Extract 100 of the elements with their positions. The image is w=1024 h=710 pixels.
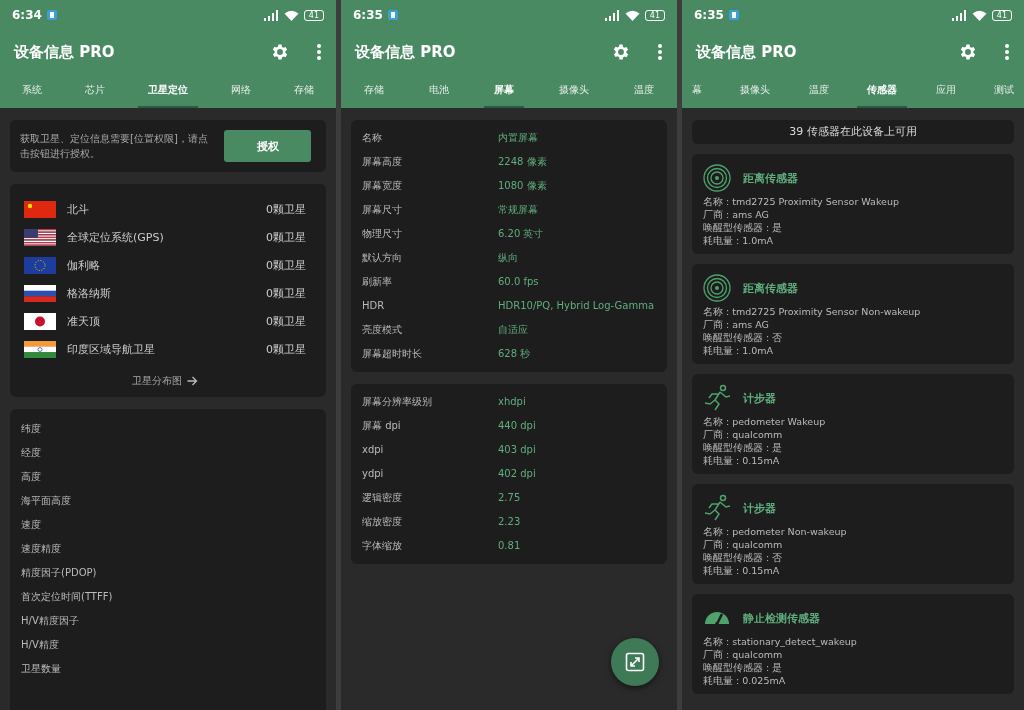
field-label: 海平面高度 xyxy=(21,494,72,508)
signal-icon xyxy=(603,9,620,21)
sensor-detail: 厂商 : qualcomm xyxy=(703,648,784,661)
battery-icon: 41 xyxy=(991,9,1012,21)
satellite-count: 0颗卫星 xyxy=(266,229,306,245)
sensor-detail: 厂商 : ams AG xyxy=(703,208,770,221)
tab[interactable]: 应用 xyxy=(925,74,966,108)
constellation-name: 北斗 xyxy=(67,201,89,217)
sensor-detail: 耗电量 : 0.15mA xyxy=(703,564,781,577)
tab[interactable]: 温度 xyxy=(624,74,665,108)
tab[interactable]: 电池 xyxy=(418,74,459,108)
tab[interactable]: 传感器 xyxy=(857,74,908,108)
battery-icon: 41 xyxy=(303,9,324,21)
tab[interactable]: 幕 xyxy=(682,74,712,108)
property-value: 纵向 xyxy=(498,251,519,265)
sensor-detail: 名称 : pedometer Non-wakeup xyxy=(703,525,848,538)
sensor-detail: 厂商 : ams AG xyxy=(703,318,770,331)
property-label: 屏幕 dpi xyxy=(362,419,402,433)
flag-icon xyxy=(24,340,56,358)
sensor-detail: 名称 : tmd2725 Proximity Sensor Wakeup xyxy=(703,195,900,208)
wifi-icon xyxy=(971,9,987,21)
constellation-name: 准天顶 xyxy=(67,313,100,329)
more-icon[interactable] xyxy=(657,43,663,61)
sensor-detail: 耗电量 : 0.025mA xyxy=(703,674,787,687)
field-label: 速度精度 xyxy=(21,542,62,556)
flag-icon xyxy=(24,284,56,302)
property-label: 字体缩放 xyxy=(362,539,403,553)
property-label: 屏幕尺寸 xyxy=(362,203,403,217)
property-value: 6.20 英寸 xyxy=(498,227,545,241)
app-title: 设备信息 PRO xyxy=(696,42,797,62)
constellation-name: 印度区域导航卫星 xyxy=(67,341,155,357)
arrow-right-icon xyxy=(187,376,198,386)
constellation-name: 全球定位系统(GPS) xyxy=(67,229,164,245)
property-label: xdpi xyxy=(362,443,385,457)
satellite-count: 0颗卫星 xyxy=(266,201,306,217)
more-icon[interactable] xyxy=(1004,43,1010,61)
signal-icon xyxy=(950,9,967,21)
tab[interactable]: 卫星定位 xyxy=(137,74,198,108)
property-value: HDR10/PQ, Hybrid Log-Gamma xyxy=(498,299,655,313)
app-title: 设备信息 PRO xyxy=(14,42,115,62)
property-label: 屏幕超时时长 xyxy=(362,347,423,361)
sensor-detail: 耗电量 : 0.15mA xyxy=(703,454,781,467)
flag-icon xyxy=(24,256,56,274)
status-time: 6:34 xyxy=(12,8,42,22)
property-value: 402 dpi xyxy=(498,467,536,481)
status-time: 6:35 xyxy=(353,8,383,22)
property-value: xhdpi xyxy=(498,395,527,409)
sensor-title: 距离传感器 xyxy=(743,170,798,186)
sensor-detail: 唤醒型传感器 : 是 xyxy=(703,661,784,674)
property-value: 2.23 xyxy=(498,515,522,529)
property-value: 403 dpi xyxy=(498,443,536,457)
tab[interactable]: 温度 xyxy=(798,74,839,108)
sensor-detail: 名称 : stationary_detect_wakeup xyxy=(703,635,858,648)
property-value: 常规屏幕 xyxy=(498,203,539,217)
field-label: H/V精度 xyxy=(21,638,60,652)
wifi-icon xyxy=(624,9,640,21)
field-label: 精度因子(PDOP) xyxy=(21,566,98,580)
property-label: 名称 xyxy=(362,131,383,145)
fullscreen-button[interactable] xyxy=(611,638,659,686)
tab[interactable]: 系统 xyxy=(11,74,52,108)
notification-icon xyxy=(728,10,739,20)
wifi-icon xyxy=(283,9,299,21)
property-label: 屏幕宽度 xyxy=(362,179,403,193)
sensor-detail: 厂商 : qualcomm xyxy=(703,538,784,551)
field-label: 卫星数量 xyxy=(21,662,62,676)
app-title: 设备信息 PRO xyxy=(355,42,456,62)
settings-icon[interactable] xyxy=(958,42,978,62)
battery-icon: 41 xyxy=(644,9,665,21)
sensor-title: 计步器 xyxy=(743,500,776,516)
flag-icon xyxy=(24,200,56,218)
field-label: H/V精度因子 xyxy=(21,614,80,628)
property-value: 内置屏幕 xyxy=(498,131,539,145)
property-label: 默认方向 xyxy=(362,251,403,265)
tab[interactable]: 网络 xyxy=(221,74,262,108)
tab[interactable]: 存储 xyxy=(353,74,394,108)
tab[interactable]: 屏幕 xyxy=(483,74,524,108)
tab[interactable]: 测试 xyxy=(983,74,1024,108)
tab[interactable]: 摄像头 xyxy=(730,74,781,108)
authorize-button[interactable]: 授权 xyxy=(224,130,311,162)
gauge-icon xyxy=(703,610,731,626)
sensor-detail: 厂商 : qualcomm xyxy=(703,428,784,441)
property-value: 自适应 xyxy=(498,323,529,337)
property-label: 刷新率 xyxy=(362,275,393,289)
property-label: 缩放密度 xyxy=(362,515,403,529)
constellation-name: 伽利略 xyxy=(67,257,100,273)
field-label: 纬度 xyxy=(21,422,42,436)
property-label: 屏幕分辨率级别 xyxy=(362,395,433,409)
concentric-circles-icon xyxy=(703,164,731,192)
sensor-title: 静止检测传感器 xyxy=(743,610,820,626)
tab[interactable]: 存储 xyxy=(284,74,325,108)
settings-icon[interactable] xyxy=(611,42,631,62)
satellite-map-link[interactable]: 卫星分布图 xyxy=(126,373,204,389)
property-value: 1080 像素 xyxy=(498,179,548,193)
sensor-detail: 唤醒型传感器 : 是 xyxy=(703,221,784,234)
settings-icon[interactable] xyxy=(270,42,290,62)
tab[interactable]: 摄像头 xyxy=(549,74,600,108)
more-icon[interactable] xyxy=(316,43,322,61)
tab[interactable]: 芯片 xyxy=(74,74,115,108)
sensor-detail: 唤醒型传感器 : 是 xyxy=(703,441,784,454)
field-label: 首次定位时间(TTFF) xyxy=(21,590,114,604)
